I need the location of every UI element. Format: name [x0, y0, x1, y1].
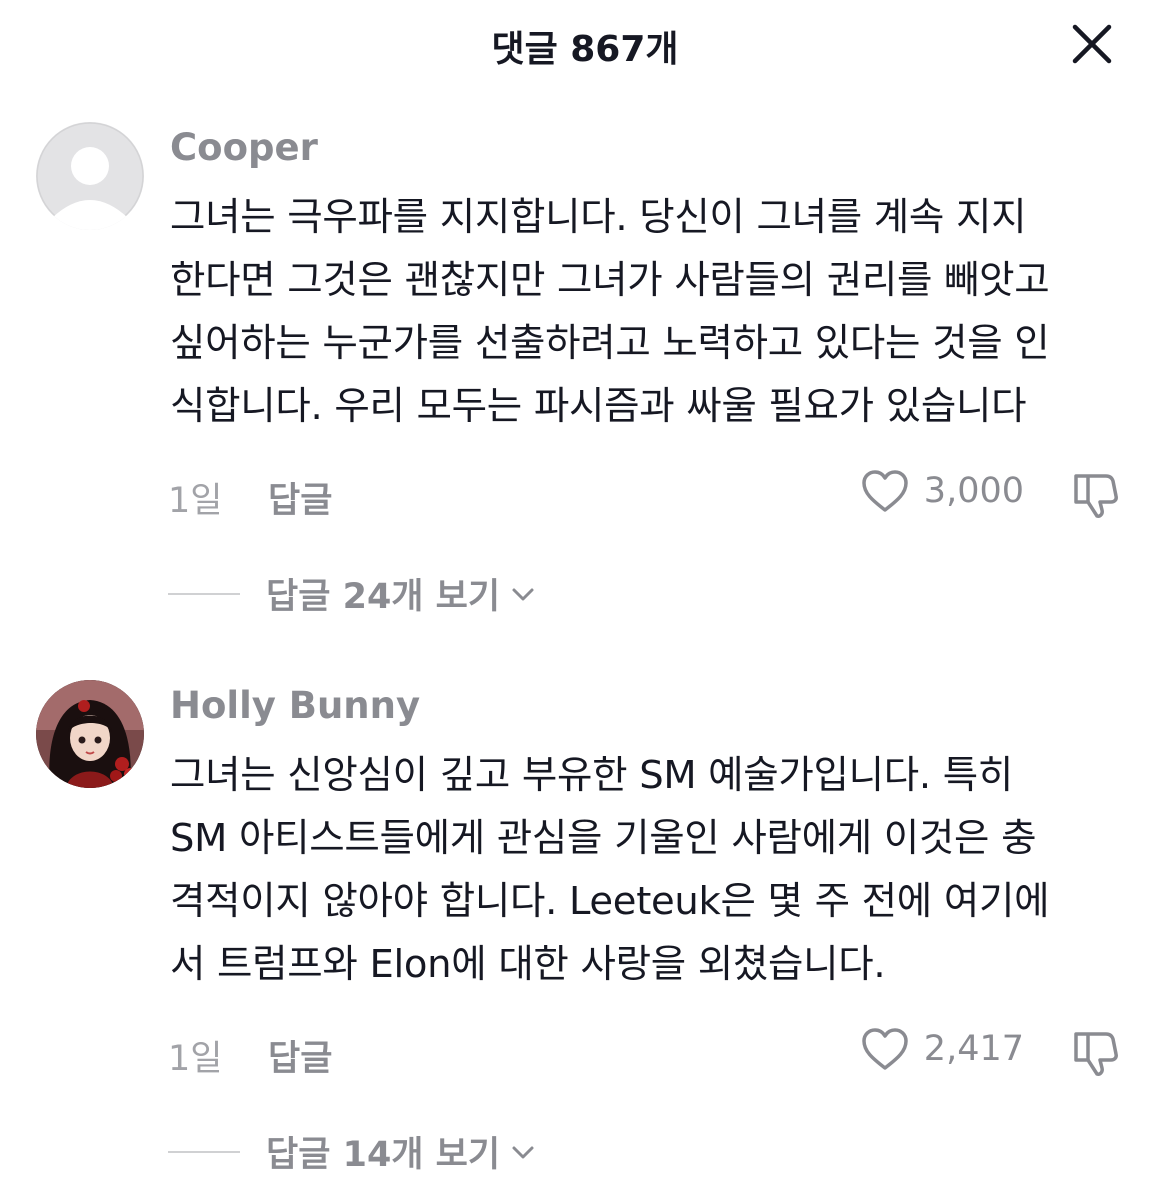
comment-line: 서 트럼프와 Elon에 대한 사랑을 외쳤습니다.: [170, 942, 886, 987]
view-replies-label: 답글 24개 보기: [266, 577, 501, 617]
comment-username[interactable]: Holly Bunny: [170, 684, 420, 727]
comments-header: 댓글 867개: [0, 0, 1170, 90]
comment-line: 식합니다. 우리 모두는 파시즘과 싸울 필요가 있습니다: [170, 384, 1027, 429]
comment-body: 그녀는 신앙심이 깊고 부유한 SM 예술가입니다. 특히 SM 아티스트들에게…: [170, 744, 1145, 996]
like-count: 3,000: [923, 471, 1024, 511]
view-replies-button[interactable]: 답글 14개 보기: [168, 1126, 538, 1177]
thumbs-down-icon: [1074, 1032, 1118, 1076]
divider-line: [168, 592, 240, 595]
like-count: 2,417: [923, 1029, 1024, 1069]
view-replies-label: 답글 14개 보기: [266, 1135, 501, 1175]
close-icon: [1072, 24, 1112, 64]
comment-time: 1일: [168, 1039, 223, 1079]
comment-count-title: 댓글 867개: [491, 29, 679, 70]
comment-line: 그녀는 극우파를 지지합니다. 당신이 그녀를 계속 지지: [170, 195, 1027, 240]
avatar[interactable]: [36, 122, 144, 230]
chevron-down-icon: [512, 588, 534, 600]
dislike-button[interactable]: [1068, 466, 1124, 522]
illustrated-girl-avatar-icon: [36, 680, 144, 788]
comment-line: 싶어하는 누군가를 선출하려고 노력하고 있다는 것을 인: [170, 321, 1050, 366]
comment-time: 1일: [168, 481, 223, 521]
comment-line: 격적이지 않아야 합니다. Leeteuk은 몇 주 전에 여기에: [170, 879, 1050, 924]
reply-button[interactable]: 답글: [268, 472, 332, 523]
default-avatar-icon: [36, 122, 144, 230]
like-button[interactable]: 2,417: [860, 1026, 1024, 1072]
close-button[interactable]: [1066, 18, 1118, 70]
comment-username[interactable]: Cooper: [170, 126, 318, 169]
thumbs-down-icon: [1074, 474, 1118, 518]
divider-line: [168, 1150, 240, 1153]
heart-icon: [862, 470, 908, 512]
chevron-down-icon: [512, 1146, 534, 1158]
like-button[interactable]: 3,000: [860, 468, 1024, 514]
heart-icon: [862, 1028, 908, 1070]
comment-line: 한다면 그것은 괜찮지만 그녀가 사람들의 권리를 빼앗고: [170, 258, 1050, 303]
comment-line: 그녀는 신앙심이 깊고 부유한 SM 예술가입니다. 특히: [170, 753, 1014, 798]
comment-line: SM 아티스트들에게 관심을 기울인 사람에게 이것은 충: [170, 816, 1037, 861]
view-replies-button[interactable]: 답글 24개 보기: [168, 568, 538, 619]
reply-button[interactable]: 답글: [268, 1030, 332, 1081]
avatar[interactable]: [36, 680, 144, 788]
dislike-button[interactable]: [1068, 1024, 1124, 1080]
comment-body: 그녀는 극우파를 지지합니다. 당신이 그녀를 계속 지지 한다면 그것은 괜찮…: [170, 186, 1145, 438]
